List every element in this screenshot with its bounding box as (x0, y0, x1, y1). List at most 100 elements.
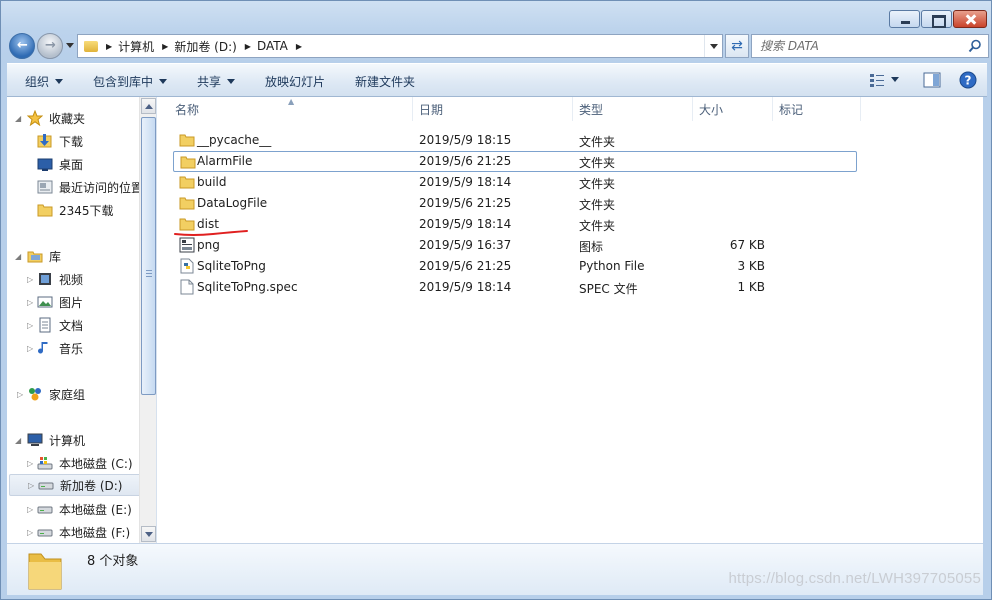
expand-arrow-icon[interactable]: ▷ (27, 505, 33, 514)
organize-label: 组织 (25, 75, 50, 89)
tree-libraries[interactable]: ◢ 库 (7, 245, 141, 267)
breadcrumb-data[interactable]: DATA (257, 39, 288, 53)
tree-item-downloads[interactable]: 下载 (7, 130, 141, 152)
table-row[interactable]: SqliteToPng 2019/5/6 21:25 Python File 3… (173, 256, 857, 277)
grip-icon (146, 270, 152, 277)
tree-item-label: 视频 (59, 272, 84, 287)
include-in-library-menu[interactable]: 包含到库中 (93, 73, 168, 90)
tree-item-drive-c[interactable]: ▷ 本地磁盘 (C:) (7, 452, 141, 474)
preview-pane-icon[interactable] (923, 72, 941, 88)
downloads-folder-icon (37, 134, 52, 148)
tree-computer[interactable]: ◢ 计算机 (7, 429, 141, 451)
file-type: 文件夹 (579, 219, 616, 233)
file-type: 文件夹 (579, 177, 616, 191)
table-row[interactable]: DataLogFile 2019/5/6 21:25 文件夹 (173, 193, 857, 214)
chevron-down-icon (891, 77, 899, 86)
expand-arrow-icon[interactable]: ▷ (27, 298, 33, 307)
breadcrumb-drive-d[interactable]: 新加卷 (D:) (174, 38, 236, 55)
library-icon (27, 251, 43, 263)
collapse-arrow-icon[interactable]: ◢ (15, 252, 21, 261)
file-date: 2019/5/9 18:14 (419, 175, 512, 189)
file-size: 1 KB (737, 280, 765, 294)
expand-arrow-icon[interactable]: ▷ (27, 528, 33, 537)
column-header-size[interactable]: 大小 (693, 97, 773, 121)
share-menu[interactable]: 共享 (197, 73, 236, 90)
collapse-arrow-icon[interactable]: ◢ (15, 436, 21, 445)
maximize-button[interactable] (921, 10, 952, 28)
navigation-scrollbar[interactable] (139, 97, 156, 543)
recent-pages-dropdown[interactable] (65, 42, 75, 50)
slideshow-button[interactable]: 放映幻灯片 (265, 73, 325, 90)
view-options-dropdown[interactable] (889, 73, 899, 87)
tree-favorites[interactable]: ◢ 收藏夹 (7, 107, 141, 129)
tree-item-drive-e[interactable]: ▷ 本地磁盘 (E:) (7, 498, 141, 520)
tree-item-drive-d[interactable]: ▷ 新加卷 (D:) (9, 474, 145, 496)
tree-item-label: 文档 (59, 318, 84, 333)
expand-arrow-icon[interactable]: ▷ (17, 390, 23, 399)
expand-arrow-icon[interactable]: ▷ (27, 321, 33, 330)
tree-homegroup[interactable]: ▷ 家庭组 (7, 383, 141, 405)
column-header-tags[interactable]: 标记 (773, 97, 861, 121)
arrow-right-icon: → (45, 38, 56, 53)
table-row[interactable]: dist 2019/5/9 18:14 文件夹 (173, 214, 857, 235)
expand-arrow-icon[interactable]: ▷ (28, 481, 34, 490)
explorer-window: ← → ▶ 计算机 ▶ 新加卷 (D:) ▶ DATA ▶ ⇄ 搜索 DATA … (0, 0, 992, 600)
help-icon[interactable]: ? (959, 71, 977, 89)
file-type: 图标 (579, 240, 604, 254)
tree-homegroup-label: 家庭组 (49, 387, 86, 402)
minimize-button[interactable] (889, 10, 920, 28)
address-bar[interactable]: ▶ 计算机 ▶ 新加卷 (D:) ▶ DATA ▶ (77, 34, 723, 58)
tree-item-label: 新加卷 (D:) (60, 478, 123, 493)
chevron-down-icon (227, 79, 236, 88)
command-bar: 组织 包含到库中 共享 放映幻灯片 新建文件夹 ? (7, 63, 987, 97)
breadcrumb-separator[interactable]: ▶ (106, 42, 112, 51)
column-header-name[interactable]: 名称 (169, 97, 413, 121)
file-name: DataLogFile (197, 196, 268, 210)
tree-item-recent-places[interactable]: 最近访问的位置 (7, 176, 143, 198)
organize-menu[interactable]: 组织 (25, 73, 64, 90)
scrollbar-thumb[interactable] (141, 117, 156, 395)
forward-button[interactable]: → (37, 33, 63, 59)
tree-item-pictures[interactable]: ▷ 图片 (7, 291, 141, 313)
file-type: Python File (579, 259, 645, 273)
refresh-button[interactable]: ⇄ (725, 34, 749, 58)
collapse-arrow-icon[interactable]: ◢ (15, 114, 21, 123)
table-row[interactable]: SqliteToPng.spec 2019/5/9 18:14 SPEC 文件 … (173, 277, 857, 298)
search-icon[interactable] (968, 39, 982, 53)
expand-arrow-icon[interactable]: ▷ (27, 275, 33, 284)
refresh-icon: ⇄ (731, 38, 743, 54)
scroll-up-button[interactable] (141, 98, 156, 114)
expand-arrow-icon[interactable]: ▷ (27, 459, 33, 468)
file-date: 2019/5/6 21:25 (419, 154, 512, 168)
drive-icon (37, 529, 53, 537)
tree-item-drive-f[interactable]: ▷ 本地磁盘 (F:) (7, 521, 141, 543)
table-row[interactable]: __pycache__ 2019/5/9 18:15 文件夹 (173, 130, 857, 151)
breadcrumb-separator[interactable]: ▶ (245, 42, 251, 51)
tree-item-2345-downloads[interactable]: 2345下载 (7, 199, 141, 221)
scroll-down-button[interactable] (141, 526, 156, 542)
breadcrumb-separator[interactable]: ▶ (296, 42, 302, 51)
new-folder-button[interactable]: 新建文件夹 (355, 73, 415, 90)
table-row[interactable]: png 2019/5/9 16:37 图标 67 KB (173, 235, 857, 256)
tree-item-desktop[interactable]: 桌面 (7, 153, 141, 175)
view-options-icon[interactable] (869, 72, 885, 88)
tree-item-videos[interactable]: ▷ 视频 (7, 268, 141, 290)
table-row[interactable]: AlarmFile 2019/5/6 21:25 文件夹 (173, 151, 857, 172)
breadcrumb-computer[interactable]: 计算机 (118, 38, 154, 55)
file-date: 2019/5/6 21:25 (419, 196, 512, 210)
close-button[interactable] (953, 10, 987, 28)
navigation-pane: ◢ 收藏夹 下载 桌面 最近访问的位置 2345下载 ◢ 库 ▷ 视频 ▷ 图片… (7, 97, 157, 543)
back-button[interactable]: ← (9, 33, 35, 59)
expand-arrow-icon[interactable]: ▷ (27, 344, 33, 353)
table-row[interactable]: build 2019/5/9 18:14 文件夹 (173, 172, 857, 193)
column-header-date[interactable]: 日期 (413, 97, 573, 121)
column-header-type[interactable]: 类型 (573, 97, 693, 121)
search-input[interactable] (752, 35, 952, 57)
address-history-dropdown[interactable] (704, 35, 722, 57)
tree-item-label: 本地磁盘 (F:) (59, 525, 131, 540)
breadcrumb-separator[interactable]: ▶ (162, 42, 168, 51)
tree-item-music[interactable]: ▷ 音乐 (7, 337, 141, 359)
search-box[interactable] (751, 34, 989, 58)
tree-item-documents[interactable]: ▷ 文档 (7, 314, 141, 336)
navigation-bar: ← → ▶ 计算机 ▶ 新加卷 (D:) ▶ DATA ▶ ⇄ (7, 33, 989, 59)
